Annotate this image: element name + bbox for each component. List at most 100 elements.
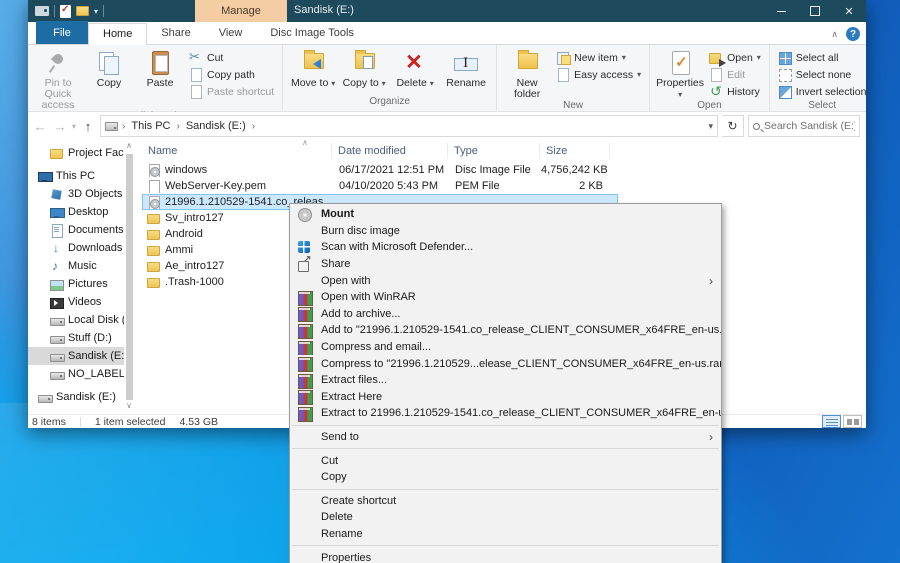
move-to-button[interactable]: Move to ▾ — [288, 48, 338, 89]
menu-item-add-to-21996-1-210529-1541-co-release-cl[interactable]: Add to "21996.1.210529-1541.co_release_C… — [290, 322, 721, 339]
sidebar-item-documents[interactable]: Documents — [28, 221, 124, 239]
tab-file[interactable]: File — [36, 21, 88, 44]
close-button[interactable] — [832, 0, 866, 22]
properties-button[interactable]: Properties ▾ — [655, 48, 705, 100]
select-all-button[interactable]: Select all — [775, 49, 870, 66]
menu-item-extract-files-[interactable]: Extract files... › — [290, 372, 721, 389]
menu-item-rename[interactable]: Rename › — [290, 526, 721, 543]
details-view-button[interactable] — [822, 415, 841, 428]
copy-path-button[interactable]: Copy path — [186, 66, 277, 83]
menu-item-create-shortcut[interactable]: Create shortcut › — [290, 493, 721, 510]
search-box[interactable] — [748, 115, 860, 137]
no-icon — [297, 223, 312, 238]
menu-item-mount[interactable]: Mount › — [290, 206, 721, 223]
sidebar-item-3d-objects[interactable]: 3D Objects — [28, 185, 124, 203]
ribbon: Pin to Quick access Copy Paste Cut — [28, 45, 866, 112]
sidebar-item-videos[interactable]: Videos — [28, 293, 124, 311]
column-header-type[interactable]: Type — [448, 143, 540, 159]
address-dropdown-icon[interactable]: ▾ — [708, 121, 713, 132]
edit-button[interactable]: Edit — [706, 66, 764, 83]
scroll-up-icon[interactable]: ∧ — [126, 142, 132, 152]
tab-view[interactable]: View — [205, 23, 257, 44]
new-folder-shortcut-icon[interactable] — [76, 6, 89, 16]
file-row[interactable]: WebServer-Key.pem 04/10/2020 5:43 PM PEM… — [142, 178, 618, 194]
copy-button[interactable]: Copy — [84, 48, 134, 89]
recent-locations-icon[interactable]: ▾ — [72, 122, 76, 131]
explorer-app-icon — [35, 6, 49, 16]
pictures-icon — [50, 278, 63, 291]
sidebar-item-pictures[interactable]: Pictures — [28, 275, 124, 293]
disc-image-icon — [147, 164, 160, 177]
cut-button[interactable]: Cut — [186, 49, 277, 66]
forward-icon[interactable]: → — [52, 119, 68, 134]
select-none-button[interactable]: Select none — [775, 66, 870, 83]
sidebar-item-downloads[interactable]: Downloads — [28, 239, 124, 257]
customize-qat-arrow-icon[interactable]: ▾ — [94, 7, 98, 16]
tab-share[interactable]: Share — [147, 23, 204, 44]
winrar-icon — [297, 306, 312, 321]
manage-contextual-tab[interactable]: Manage — [195, 0, 287, 22]
file-row[interactable]: windows 06/17/2021 12:51 PM Disc Image F… — [142, 162, 618, 178]
sidebar-item-sandisk-e-[interactable]: Sandisk (E:) — [28, 388, 124, 406]
sidebar-scrollbar[interactable]: ∧ ∨ — [124, 140, 134, 414]
pin-to-quick-access-button[interactable]: Pin to Quick access — [33, 48, 83, 111]
no-icon — [297, 510, 312, 525]
up-icon[interactable]: ↑ — [80, 119, 96, 134]
column-header-date-modified[interactable]: Date modified — [332, 143, 448, 159]
winrar-icon — [297, 323, 312, 338]
menu-item-scan-with-microsoft-defender-[interactable]: Scan with Microsoft Defender... › — [290, 239, 721, 256]
delete-button[interactable]: Delete ▾ — [390, 48, 440, 89]
tab-disc-image-tools[interactable]: Disc Image Tools — [256, 23, 368, 44]
help-icon[interactable]: ? — [846, 27, 860, 41]
easy-access-button[interactable]: Easy access▾ — [553, 66, 644, 83]
tab-home[interactable]: Home — [88, 23, 147, 45]
breadcrumb[interactable]: › This PC › Sandisk (E:) › ▾ — [100, 115, 718, 137]
history-button[interactable]: History — [706, 83, 764, 100]
copy-to-button[interactable]: Copy to ▾ — [339, 48, 389, 89]
menu-item-extract-here[interactable]: Extract Here › — [290, 389, 721, 406]
title-bar[interactable]: ▾ Manage Sandisk (E:) — [28, 0, 866, 22]
sidebar-item-stuff-d-[interactable]: Stuff (D:) — [28, 329, 124, 347]
column-header-size[interactable]: Size — [540, 143, 610, 159]
sidebar-item-music[interactable]: Music — [28, 257, 124, 275]
back-icon[interactable]: ← — [32, 119, 48, 134]
menu-item-open-with-winrar[interactable]: Open with WinRAR › — [290, 289, 721, 306]
menu-item-open-with[interactable]: Open with › — [290, 272, 721, 289]
maximize-button[interactable] — [798, 0, 832, 22]
menu-item-delete[interactable]: Delete › — [290, 509, 721, 526]
menu-item-send-to[interactable]: Send to › — [290, 429, 721, 446]
minimize-button[interactable] — [764, 0, 798, 22]
sidebar-item-no-label-f-[interactable]: NO_LABEL (F:) — [28, 365, 124, 383]
new-item-button[interactable]: New item▾ — [553, 49, 644, 66]
menu-item-compress-and-email-[interactable]: Compress and email... › — [290, 339, 721, 356]
properties-shortcut-icon[interactable] — [60, 5, 71, 18]
sidebar-item-local-disk-c-[interactable]: Local Disk (C:) — [28, 311, 124, 329]
menu-item-properties[interactable]: Properties › — [290, 549, 721, 563]
search-input[interactable] — [764, 120, 855, 132]
large-icons-view-button[interactable] — [843, 415, 862, 428]
collapse-ribbon-icon[interactable]: ∧ — [831, 29, 838, 40]
scrollbar-thumb[interactable] — [126, 154, 133, 400]
menu-item-copy[interactable]: Copy › — [290, 469, 721, 486]
invert-selection-button[interactable]: Invert selection — [775, 83, 870, 100]
menu-item-extract-to-21996-1-210529-1541-co-releas[interactable]: Extract to 21996.1.210529-1541.co_releas… — [290, 405, 721, 422]
refresh-icon[interactable]: ↻ — [722, 115, 744, 137]
videos-icon — [50, 296, 63, 309]
breadcrumb-this-pc[interactable]: This PC — [129, 120, 172, 132]
paste-shortcut-button[interactable]: Paste shortcut — [186, 83, 277, 100]
menu-item-burn-disc-image[interactable]: Burn disc image › — [290, 223, 721, 240]
sidebar-item-sandisk-e-[interactable]: Sandisk (E:) — [28, 347, 124, 365]
menu-item-share[interactable]: Share › — [290, 256, 721, 273]
rename-button[interactable]: Rename — [441, 48, 491, 89]
menu-item-compress-to-21996-1-210529-elease-client[interactable]: Compress to "21996.1.210529...elease_CLI… — [290, 355, 721, 372]
scroll-down-icon[interactable]: ∨ — [126, 402, 132, 412]
menu-item-cut[interactable]: Cut › — [290, 452, 721, 469]
open-button[interactable]: Open▾ — [706, 49, 764, 66]
sidebar-item-this-pc[interactable]: This PC — [28, 167, 124, 185]
menu-item-add-to-archive-[interactable]: Add to archive... › — [290, 306, 721, 323]
breadcrumb-sandisk-e[interactable]: Sandisk (E:) — [184, 120, 248, 132]
paste-button[interactable]: Paste — [135, 48, 185, 89]
sidebar-item-desktop[interactable]: Desktop — [28, 203, 124, 221]
sidebar-item-project-face-mar[interactable]: Project Face Mar — [28, 144, 124, 162]
new-folder-button[interactable]: New folder — [502, 48, 552, 100]
